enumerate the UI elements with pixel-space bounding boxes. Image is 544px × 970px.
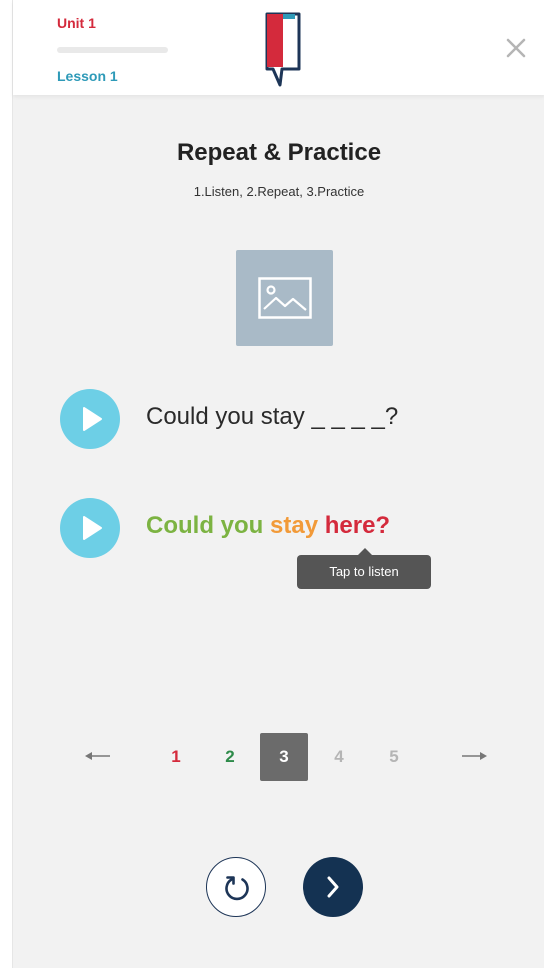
prompt-text: Could you stay [146, 403, 305, 430]
app-logo [259, 11, 305, 91]
page-3[interactable]: 3 [260, 733, 308, 781]
close-icon [506, 38, 526, 58]
image-placeholder [236, 250, 333, 346]
page-1[interactable]: 1 [152, 733, 200, 781]
unit-label: Unit 1 [57, 15, 96, 31]
play-icon [83, 516, 102, 540]
prompt-sentence: Could you stay _ _ _ _? [146, 403, 398, 431]
close-button[interactable] [499, 31, 533, 65]
play-icon [83, 407, 102, 431]
exercise-instructions: 1.Listen, 2.Repeat, 3.Practice [193, 184, 365, 199]
answer-word: here? [324, 512, 391, 539]
header: Unit 1 Lesson 1 [13, 0, 544, 95]
exercise-title: Repeat & Practice [176, 139, 382, 166]
lesson-progress-bar [57, 47, 168, 53]
page-2[interactable]: 2 [206, 733, 254, 781]
refresh-icon [225, 876, 249, 901]
page-4[interactable]: 4 [315, 733, 363, 781]
chevron-right-icon [327, 876, 339, 898]
tap-to-listen-tooltip: Tap to listen [297, 555, 431, 589]
image-icon [258, 277, 312, 319]
play-prompt-button[interactable] [60, 389, 120, 449]
play-answer-button[interactable] [60, 498, 120, 558]
answer-sentence[interactable]: Could you stay here? [146, 512, 390, 540]
answer-word: stay [270, 512, 319, 539]
prompt-blank: _ _ _ _? [311, 403, 399, 430]
answer-word: Could you [146, 512, 264, 539]
continue-button[interactable] [303, 857, 363, 917]
arrow-right-icon [462, 752, 487, 760]
page-5[interactable]: 5 [370, 733, 418, 781]
next-page-button[interactable] [459, 745, 489, 767]
lesson-label: Lesson 1 [57, 68, 118, 84]
previous-page-button[interactable] [83, 745, 113, 767]
reset-button[interactable] [206, 857, 266, 917]
arrow-left-icon [85, 752, 110, 760]
app-frame: Unit 1 Lesson 1 Repeat & Practice 1.List… [12, 0, 544, 968]
tooltip-arrow [358, 548, 372, 555]
